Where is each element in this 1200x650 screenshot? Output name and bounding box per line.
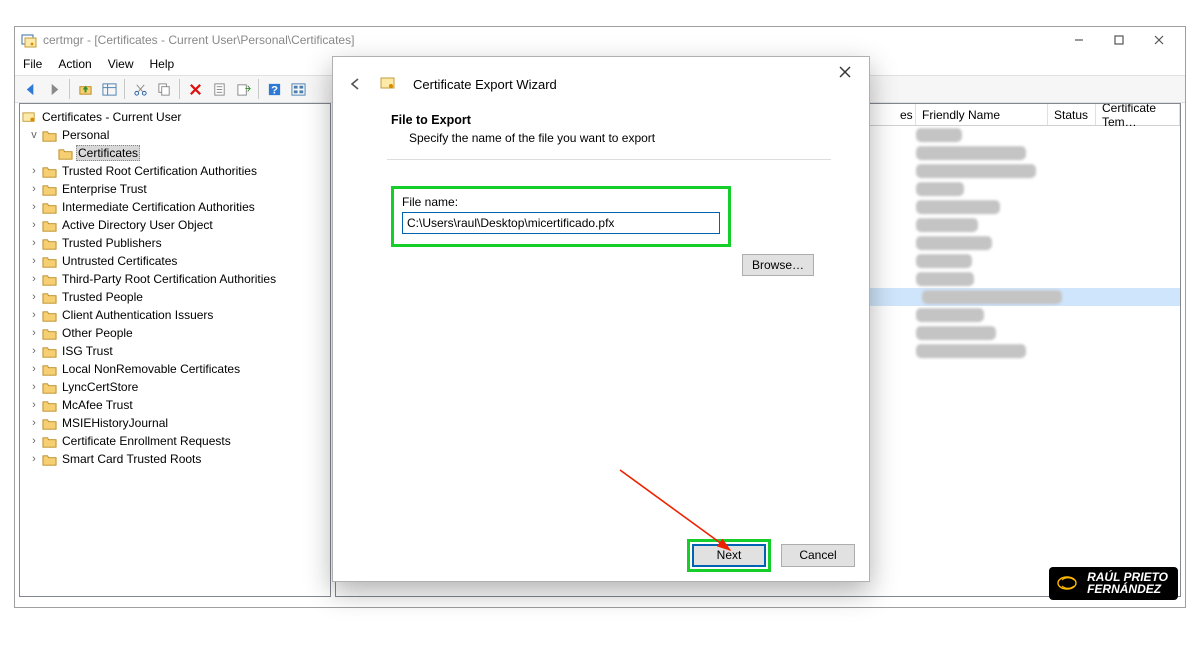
folder-icon: [42, 237, 57, 250]
tree-item[interactable]: ›Trusted People: [22, 288, 328, 306]
certificate-icon: [379, 75, 397, 93]
folder-icon: [42, 219, 57, 232]
wizard-heading: File to Export: [391, 113, 831, 127]
folder-icon: [42, 435, 57, 448]
folder-icon: [42, 201, 57, 214]
column-status[interactable]: Status: [1048, 104, 1096, 125]
folder-icon: [42, 165, 57, 178]
browse-button[interactable]: Browse…: [742, 254, 814, 276]
show-hide-tree-icon[interactable]: [98, 78, 120, 100]
tree-item[interactable]: ›Smart Card Trusted Roots: [22, 450, 328, 468]
folder-icon: [42, 129, 57, 142]
folder-icon: [42, 453, 57, 466]
wizard-back-button[interactable]: [349, 77, 363, 91]
folder-icon: [42, 273, 57, 286]
help-icon[interactable]: ?: [263, 78, 285, 100]
cut-icon[interactable]: [129, 78, 151, 100]
file-name-label: File name:: [402, 195, 720, 209]
tree-item[interactable]: ›Enterprise Trust: [22, 180, 328, 198]
file-name-input[interactable]: [402, 212, 720, 234]
folder-icon: [58, 147, 73, 160]
copy-icon[interactable]: [153, 78, 175, 100]
cancel-button[interactable]: Cancel: [781, 544, 855, 567]
window-control-buttons: [1059, 29, 1179, 51]
tree-item[interactable]: ›McAfee Trust: [22, 396, 328, 414]
wizard-close-button[interactable]: [827, 61, 863, 83]
certmgr-icon: [21, 32, 37, 48]
treeview[interactable]: Certificates - Current User v Personal C…: [19, 103, 331, 597]
certificates-root-icon: [22, 111, 37, 124]
up-folder-icon[interactable]: [74, 78, 96, 100]
wizard-footer: Next Cancel: [333, 529, 869, 581]
wizard-body: File to Export Specify the name of the f…: [333, 107, 869, 529]
folder-icon: [42, 255, 57, 268]
tree-item[interactable]: ›Trusted Publishers: [22, 234, 328, 252]
tree-item[interactable]: ›Active Directory User Object: [22, 216, 328, 234]
folder-icon: [42, 363, 57, 376]
column-friendly-name[interactable]: Friendly Name: [916, 104, 1048, 125]
titlebar: certmgr - [Certificates - Current User\P…: [15, 27, 1185, 53]
folder-icon: [42, 399, 57, 412]
menu-view[interactable]: View: [108, 57, 134, 71]
tree-item[interactable]: ›Trusted Root Certification Authorities: [22, 162, 328, 180]
author-watermark: RAÚL PRIETO FERNÁNDEZ: [1049, 567, 1178, 600]
tree-item[interactable]: ›Local NonRemovable Certificates: [22, 360, 328, 378]
tree-certificates[interactable]: Certificates: [22, 144, 328, 162]
tree-personal[interactable]: v Personal: [22, 126, 328, 144]
folder-icon: [42, 381, 57, 394]
tree-item[interactable]: ›Intermediate Certification Authorities: [22, 198, 328, 216]
tree-item[interactable]: ›Client Authentication Issuers: [22, 306, 328, 324]
column-partial-es[interactable]: es: [894, 104, 916, 125]
tree-item[interactable]: ›Untrusted Certificates: [22, 252, 328, 270]
tree-item[interactable]: ›Other People: [22, 324, 328, 342]
close-button[interactable]: [1139, 29, 1179, 51]
svg-text:?: ?: [271, 84, 278, 96]
next-button-highlight: Next: [687, 539, 771, 572]
tree-item[interactable]: ›Certificate Enrollment Requests: [22, 432, 328, 450]
folder-icon: [42, 345, 57, 358]
column-certificate-template[interactable]: Certificate Tem…: [1096, 104, 1180, 125]
back-icon[interactable]: [19, 78, 41, 100]
certificate-export-wizard: Certificate Export Wizard File to Export…: [332, 56, 870, 582]
menu-action[interactable]: Action: [58, 57, 91, 71]
wizard-title: Certificate Export Wizard: [413, 77, 557, 92]
window-title: certmgr - [Certificates - Current User\P…: [43, 33, 1059, 47]
menu-file[interactable]: File: [23, 57, 42, 71]
minimize-button[interactable]: [1059, 29, 1099, 51]
export-icon[interactable]: [232, 78, 254, 100]
wizard-subheading: Specify the name of the file you want to…: [409, 131, 831, 145]
folder-icon: [42, 183, 57, 196]
maximize-button[interactable]: [1099, 29, 1139, 51]
folder-icon: [42, 309, 57, 322]
tree-item[interactable]: ›LyncCertStore: [22, 378, 328, 396]
forward-icon[interactable]: [43, 78, 65, 100]
tree-root[interactable]: Certificates - Current User: [22, 108, 328, 126]
folder-icon: [42, 291, 57, 304]
tree-item[interactable]: ›ISG Trust: [22, 342, 328, 360]
refresh-icon[interactable]: [287, 78, 309, 100]
folder-icon: [42, 417, 57, 430]
file-name-group-highlight: File name:: [391, 186, 731, 247]
folder-icon: [42, 327, 57, 340]
wizard-header: Certificate Export Wizard: [333, 57, 869, 107]
tree-item[interactable]: ›Third-Party Root Certification Authorit…: [22, 270, 328, 288]
menu-help[interactable]: Help: [150, 57, 175, 71]
next-button[interactable]: Next: [692, 544, 766, 567]
properties-icon[interactable]: [208, 78, 230, 100]
tree-item[interactable]: ›MSIEHistoryJournal: [22, 414, 328, 432]
delete-icon[interactable]: [184, 78, 206, 100]
